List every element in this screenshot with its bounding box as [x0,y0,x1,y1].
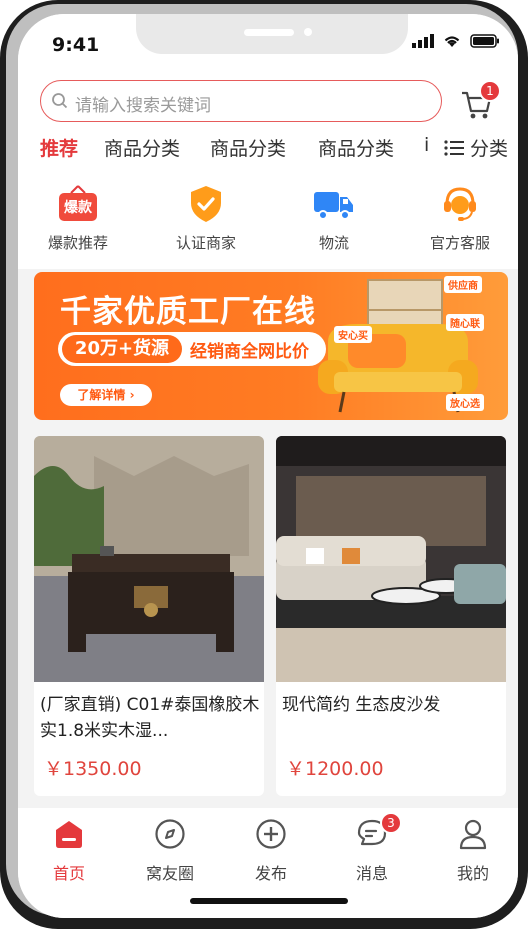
search-placeholder: 请输入搜索关键词 [75,96,211,116]
tab-category-2[interactable]: 商品分类 [210,134,286,161]
shortcut-label: 爆款推荐 [47,234,108,252]
search-icon [52,93,68,109]
verified-shield-icon [191,186,221,222]
promo-banner[interactable]: 千家优质工厂在线 20万+货源 经销商全网比价 了解详情 › 供应商 安心买 随… [34,272,508,420]
product-price: ￥1200.00 [286,758,384,780]
tab-label: 发布 [254,864,287,883]
tab-category-3[interactable]: 商品分类 [318,134,394,161]
product-title: (厂家直销) C01#泰国橡胶木实1.8米实木湿... [40,695,260,741]
banner-tag: 放心选 [446,394,484,411]
truck-icon [314,192,353,220]
product-title: 现代简约 生态皮沙发 [282,695,441,715]
product-image-sofa [276,436,506,682]
cart-button[interactable]: 1 [460,80,501,124]
banner-tag: 随心联 [446,314,484,331]
status-icons [412,34,500,48]
banner-pill-left: 20万+货源 [62,335,182,363]
compass-icon [155,819,185,849]
phone-bezel: 9:41 请输入搜索关键词 1 推荐 商品分类 商品分类 商品分类 i 分类 爆… [6,4,518,918]
tab-label: 消息 [355,864,388,883]
banner-headline: 千家优质工厂在线 [60,294,316,330]
search-input[interactable]: 请输入搜索关键词 [40,80,442,122]
category-tabs: 推荐 商品分类 商品分类 商品分类 i 分类 [40,134,516,164]
learn-more-label: 了解详情 [77,388,126,402]
tab-label: 窝友圈 [145,864,194,883]
wifi-icon [444,36,460,47]
tab-category-1[interactable]: 商品分类 [104,134,180,161]
product-image-tea-table [34,436,264,682]
cart-badge: 1 [479,80,501,102]
tab-overflow[interactable]: i [424,134,429,156]
banner-pill: 20万+货源 经销商全网比价 [58,332,326,366]
customer-service-icon [444,187,476,221]
plus-circle-icon [256,819,286,849]
home-indicator[interactable] [190,898,348,904]
banner-tag: 安心买 [334,326,372,343]
screen: 9:41 请输入搜索关键词 1 推荐 商品分类 商品分类 商品分类 i 分类 爆… [18,14,518,918]
product-card[interactable]: (厂家直销) C01#泰国橡胶木实1.8米实木湿... ￥1350.00 [34,436,264,796]
banner-tag: 供应商 [444,276,482,293]
tab-recommend[interactable]: 推荐 [40,134,78,161]
product-card[interactable]: 现代简约 生态皮沙发 ￥1200.00 [276,436,506,796]
messages-badge: 3 [380,812,402,834]
phone-frame: 9:41 请输入搜索关键词 1 推荐 商品分类 商品分类 商品分类 i 分类 爆… [0,0,528,929]
battery-icon [470,34,499,48]
tab-label: 我的 [456,864,489,883]
list-icon [444,140,464,156]
hot-sale-icon: 爆款 [57,184,99,224]
chevron-right-icon: › [125,388,135,402]
banner-pill-right: 经销商全网比价 [190,342,309,362]
shortcut-label: 官方客服 [429,234,490,252]
learn-more-button[interactable]: 了解详情 › [60,384,152,406]
product-price: ￥1350.00 [44,758,142,780]
signal-icon [412,34,434,48]
status-bar: 9:41 [18,14,518,64]
home-icon [56,821,82,848]
shortcut-label: 认证商家 [175,234,236,252]
hot-sale-icon-text: 爆款 [64,200,92,216]
tab-label: 首页 [52,864,85,883]
tab-all-categories-label: 分类 [470,138,509,160]
status-time: 9:41 [52,34,100,56]
user-icon [459,819,487,850]
shortcut-label: 物流 [318,234,349,252]
tab-all-categories[interactable]: 分类 [444,134,508,161]
